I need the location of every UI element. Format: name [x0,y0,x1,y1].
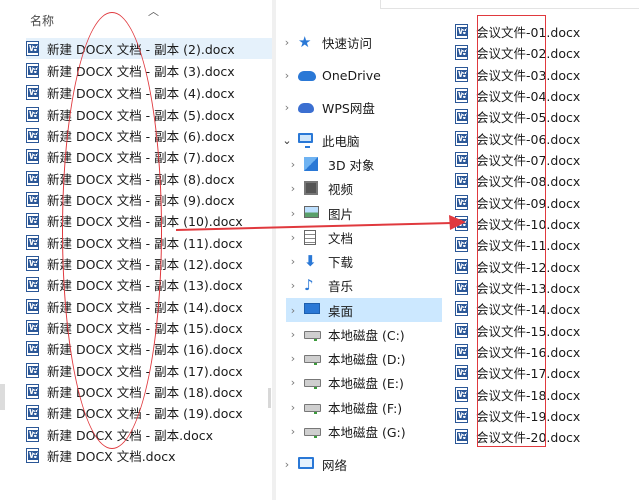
red-arrow-annotation [175,215,466,231]
arrow-head [449,215,466,230]
arrow-shaft [175,222,453,231]
